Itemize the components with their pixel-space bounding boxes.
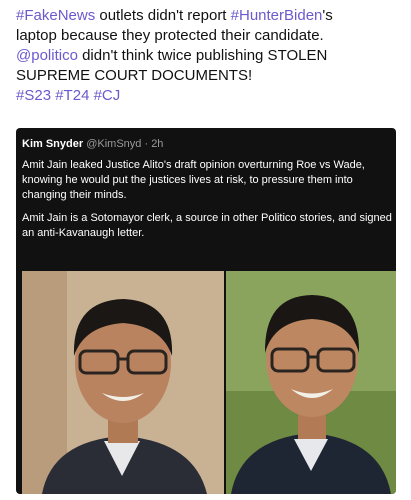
post-text-segment: didn't think twice publishing STOLEN bbox=[77, 47, 328, 64]
embed-paragraph-1: Amit Jain leaked Justice Alito's draft o… bbox=[22, 159, 365, 201]
embed-body: Amit Jain leaked Justice Alito's draft o… bbox=[22, 158, 394, 249]
hashtag-hunterbiden[interactable]: #HunterBiden bbox=[231, 7, 323, 24]
hashtag-s23[interactable]: #S23 bbox=[16, 87, 51, 104]
post-text: #FakeNews outlets didn't report #HunterB… bbox=[16, 6, 401, 106]
post-line-4: SUPREME COURT DOCUMENTS! bbox=[16, 67, 253, 84]
embed-separator: · bbox=[144, 138, 149, 150]
post-hashtags: #S23 #T24 #CJ bbox=[16, 86, 401, 106]
embed-author-name: Kim Snyder bbox=[22, 138, 84, 150]
hashtag-cj[interactable]: #CJ bbox=[94, 87, 121, 104]
post-line-3: @politico didn't think twice publishing … bbox=[16, 46, 401, 66]
photo-portrait-left bbox=[22, 271, 224, 494]
embed-header: Kim Snyder @KimSnyd · 2h bbox=[22, 138, 163, 150]
portrait-right-illustration bbox=[226, 271, 396, 494]
post-text-segment: 's bbox=[322, 7, 333, 24]
hashtag-t24[interactable]: #T24 bbox=[55, 87, 89, 104]
photo-portrait-right bbox=[226, 271, 396, 494]
post-text-segment: outlets didn't report bbox=[95, 7, 231, 24]
post-line-2: laptop because they protected their cand… bbox=[16, 27, 324, 44]
embedded-tweet-screenshot[interactable]: Kim Snyder @KimSnyd · 2h Amit Jain leake… bbox=[16, 128, 396, 494]
mention-politico[interactable]: @politico bbox=[16, 47, 78, 64]
portrait-left-illustration bbox=[22, 271, 224, 494]
post-line-1: #FakeNews outlets didn't report #HunterB… bbox=[16, 6, 401, 26]
embed-paragraph-2: Amit Jain is a Sotomayor clerk, a source… bbox=[22, 212, 392, 239]
hashtag-fakenews[interactable]: #FakeNews bbox=[16, 7, 95, 24]
embed-timestamp: 2h bbox=[151, 138, 164, 150]
embed-author-handle: @KimSnyd bbox=[86, 138, 142, 150]
